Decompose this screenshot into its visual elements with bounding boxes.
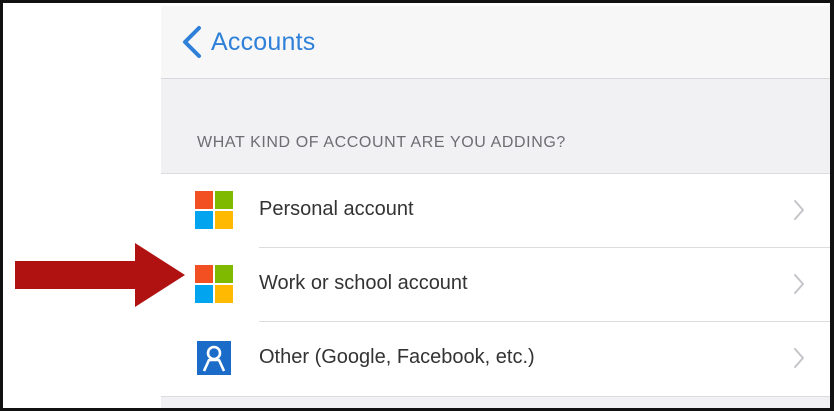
account-option-label: Personal account xyxy=(259,198,414,220)
chevron-right-icon xyxy=(794,274,804,294)
red-arrow-pointer-icon xyxy=(15,243,185,307)
person-icon xyxy=(197,341,231,375)
microsoft-logo-icon xyxy=(195,191,233,229)
navigation-bar: Accounts xyxy=(161,6,830,79)
screenshot-frame: Accounts WHAT KIND OF ACCOUNT ARE YOU AD… xyxy=(0,0,834,411)
back-button-label: Accounts xyxy=(211,27,316,56)
account-option-label: Other (Google, Facebook, etc.) xyxy=(259,346,535,368)
microsoft-logo-icon xyxy=(195,265,233,303)
accounts-screen: Accounts WHAT KIND OF ACCOUNT ARE YOU AD… xyxy=(161,6,830,408)
chevron-right-icon xyxy=(794,200,804,220)
account-option-personal[interactable]: Personal account xyxy=(161,174,830,248)
chevron-right-icon xyxy=(794,348,804,368)
section-header: WHAT KIND OF ACCOUNT ARE YOU ADDING? xyxy=(197,134,566,151)
chevron-left-icon xyxy=(183,26,201,58)
back-button[interactable]: Accounts xyxy=(179,22,315,62)
account-type-list: Personal account Work or school account xyxy=(161,173,830,397)
account-option-work-or-school[interactable]: Work or school account xyxy=(161,248,830,322)
account-option-other[interactable]: Other (Google, Facebook, etc.) xyxy=(161,322,830,396)
account-option-label: Work or school account xyxy=(259,272,468,294)
